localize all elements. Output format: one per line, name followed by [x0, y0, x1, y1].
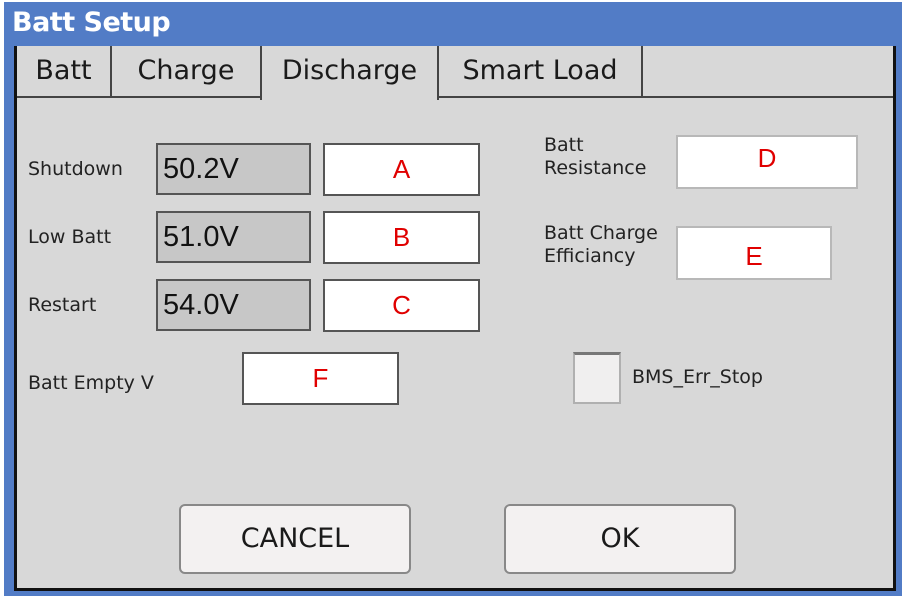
window-title: Batt Setup [12, 7, 171, 38]
tab-smart-load[interactable]: Smart Load [439, 46, 643, 96]
batt-charge-efficiency-input[interactable]: E [676, 226, 832, 280]
settings-panel: Batt Charge Discharge Smart Load Shutdow… [14, 46, 896, 591]
batt-charge-efficiency-label: Batt Charge Efficiancy [544, 222, 658, 268]
tab-batt[interactable]: Batt [17, 46, 112, 96]
low-batt-label: Low Batt [28, 226, 112, 248]
shutdown-label: Shutdown [28, 158, 123, 180]
batt-resistance-label-line1: Batt [544, 134, 584, 156]
batt-resistance-label-line2: Resistance [544, 157, 647, 179]
batt-resistance-label: Batt Resistance [544, 134, 646, 180]
shutdown-current-value: 50.2V [156, 143, 311, 195]
bms-err-stop-label: BMS_Err_Stop [632, 366, 763, 388]
low-batt-input[interactable]: B [323, 211, 480, 264]
low-batt-current-value: 51.0V [156, 211, 311, 263]
tab-charge[interactable]: Charge [112, 46, 262, 96]
tab-discharge[interactable]: Discharge [260, 46, 439, 100]
bms-err-stop-checkbox[interactable] [573, 352, 621, 404]
batt-charge-efficiency-label-line1: Batt Charge [544, 222, 658, 244]
batt-charge-efficiency-label-line2: Efficiancy [544, 245, 636, 267]
restart-label: Restart [28, 294, 97, 316]
shutdown-input[interactable]: A [323, 143, 480, 196]
batt-empty-input[interactable]: F [242, 352, 399, 405]
ok-button[interactable]: OK [504, 504, 736, 574]
batt-setup-window: Batt Setup Batt Charge Discharge Smart L… [4, 2, 902, 596]
batt-resistance-input[interactable]: D [676, 135, 858, 189]
restart-current-value: 54.0V [156, 279, 311, 331]
cancel-button[interactable]: CANCEL [179, 504, 411, 574]
tab-bar: Batt Charge Discharge Smart Load [17, 46, 893, 100]
restart-input[interactable]: C [323, 279, 480, 332]
batt-empty-label: Batt Empty V [28, 372, 154, 394]
